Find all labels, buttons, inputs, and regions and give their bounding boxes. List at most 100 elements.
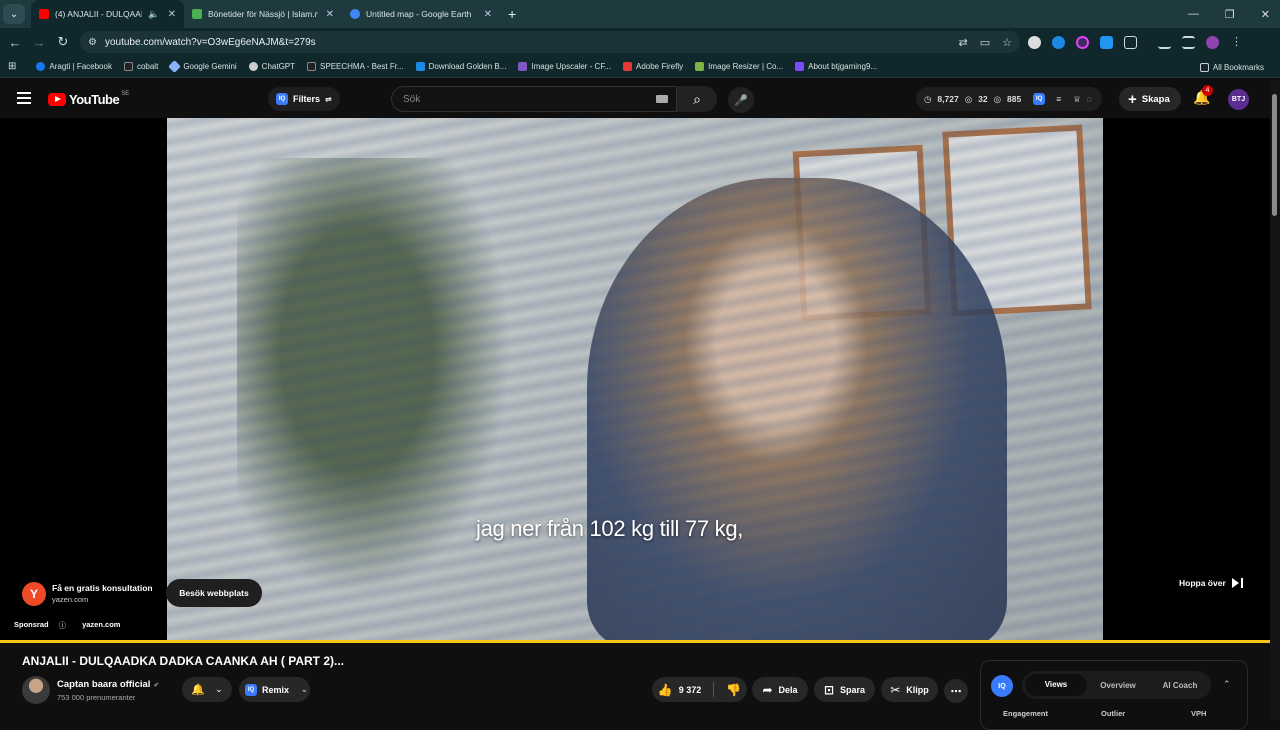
share-button[interactable]: ➦ Dela	[752, 677, 808, 702]
tab-ai-coach[interactable]: AI Coach	[1149, 681, 1211, 690]
like-icon[interactable]: 👍	[658, 683, 673, 697]
video-player[interactable]: jag ner från 102 kg till 77 kg, Y Få en …	[0, 118, 1270, 642]
profile-avatar-icon[interactable]	[1206, 35, 1219, 49]
tab-google-earth[interactable]: Untitled map - Google Earth ✕	[342, 0, 500, 28]
logo-wordmark: YouTube	[69, 92, 120, 107]
create-button[interactable]: + Skapa	[1119, 87, 1181, 111]
scrollbar-thumb[interactable]	[1272, 94, 1277, 216]
more-actions-button[interactable]: ⋯	[944, 679, 968, 703]
extension-icon[interactable]	[1028, 35, 1041, 49]
microphone-icon: 🎤	[734, 94, 748, 107]
address-bar[interactable]: ⚙ youtube.com/watch?v=O3wEg6eNAJM&t=279s…	[80, 31, 1020, 53]
youtube-logo[interactable]: YouTube SE	[48, 91, 129, 107]
extension-icon[interactable]	[1076, 35, 1089, 49]
dislike-icon[interactable]: 👎	[726, 683, 741, 697]
advertiser-logo[interactable]: Y	[22, 582, 46, 606]
bookmark-item[interactable]: Image Upscaler - CF...	[512, 62, 617, 71]
translate-icon[interactable]: ⇄	[959, 36, 968, 49]
tab-youtube[interactable]: (4) ANJALII - DULQAADKA I 🔈 ✕	[31, 0, 184, 28]
collapse-chevron-icon[interactable]: ⌃	[1223, 679, 1231, 690]
close-tab-icon[interactable]: ✕	[168, 9, 176, 20]
remix-button[interactable]: IQ Remix ⌄	[239, 677, 310, 702]
bookmark-label: About btjgaming9...	[808, 62, 878, 71]
forward-icon[interactable]: →	[27, 35, 51, 50]
extension-icon[interactable]	[1100, 35, 1113, 49]
vidiq-icon: IQ	[1033, 93, 1046, 105]
bookmark-item[interactable]: Aragti | Facebook	[30, 62, 118, 71]
browser-toolbar: ← → ↻ ⚙ youtube.com/watch?v=O3wEg6eNAJM&…	[0, 28, 1280, 56]
filters-button[interactable]: IQ Filters ⇌	[268, 87, 340, 111]
clip-label: Klipp	[906, 684, 929, 695]
menu-kebab-icon[interactable]: ⋮	[1230, 36, 1243, 49]
bookmark-item[interactable]: Image Resizer | Co...	[689, 62, 789, 71]
bookmark-item[interactable]: Adobe Firefly	[617, 62, 689, 71]
close-tab-icon[interactable]: ✕	[484, 9, 492, 20]
bookmark-item[interactable]: Download Golden B...	[410, 62, 513, 71]
youtube-header: YouTube SE IQ Filters ⇌ Sök ⌕ 🎤 ◷ 8,727 ◎…	[0, 80, 1280, 118]
extension-icon[interactable]	[1052, 35, 1065, 49]
close-window-icon[interactable]: ✕	[1261, 8, 1270, 21]
tab-islam[interactable]: Bönetider för Nässjö | Islam.nu ✕	[184, 0, 342, 28]
speaker-icon[interactable]: 🔈	[148, 9, 159, 20]
skip-bar-icon	[1240, 578, 1243, 588]
back-icon[interactable]: ←	[3, 35, 27, 50]
bookmark-item[interactable]: SPEECHMA - Best Fr...	[301, 62, 410, 71]
channel-avatar[interactable]	[22, 676, 50, 704]
keyboard-icon[interactable]	[656, 95, 668, 103]
caption-text: jag ner från 102 kg till 77 kg,	[476, 516, 744, 541]
tab-views[interactable]: Views	[1025, 674, 1087, 696]
search-button[interactable]: ⌕	[677, 86, 717, 112]
reload-icon[interactable]: ↻	[51, 34, 75, 50]
reading-list-icon[interactable]	[1182, 35, 1195, 49]
filters-label: Filters	[293, 94, 321, 104]
close-tab-icon[interactable]: ✕	[326, 9, 334, 20]
stat-views: 8,727	[937, 94, 959, 104]
search-input[interactable]: Sök	[391, 86, 677, 112]
extensions-bar: ⋮	[1028, 28, 1243, 56]
ad-title[interactable]: Få en gratis konsultation	[52, 583, 153, 593]
download-icon[interactable]	[1158, 36, 1171, 49]
maximize-icon[interactable]: ❐	[1225, 8, 1235, 21]
stat-a: 32	[978, 94, 988, 104]
voice-search-button[interactable]: 🎤	[728, 87, 754, 113]
url-text: youtube.com/watch?v=O3wEg6eNAJM&t=279s	[104, 36, 316, 48]
bookmark-item[interactable]: Google Gemini	[164, 60, 242, 73]
cast-icon[interactable]: ▭	[980, 36, 990, 49]
ad-progress-bar[interactable]	[0, 640, 1270, 643]
like-count[interactable]: 9 372	[679, 685, 702, 695]
ad-domain: yazen.com	[52, 595, 89, 604]
bookmark-label: Adobe Firefly	[636, 62, 684, 71]
vidiq-stats-bar[interactable]: ◷ 8,727 ◎ 32 ◎ 885 IQ ≡ ♕ ◌	[916, 87, 1102, 111]
tab-overview[interactable]: Overview	[1087, 681, 1149, 690]
info-icon[interactable]: ⓘ	[59, 620, 67, 631]
channel-name-text: Captan baara official	[57, 679, 151, 690]
channel-name[interactable]: Captan baara official ✔	[57, 679, 159, 690]
notifications-button[interactable]: 🔔 4	[1193, 85, 1213, 106]
bookmark-item[interactable]: About btjgaming9...	[789, 62, 883, 71]
apps-grid-icon[interactable]: ⊞	[8, 61, 16, 72]
video-frame[interactable]	[167, 118, 1103, 642]
extensions-puzzle-icon[interactable]	[1124, 35, 1137, 49]
plus-icon: +	[1128, 90, 1137, 108]
bookmark-item[interactable]: cobalt	[118, 62, 164, 71]
menu-hamburger-icon[interactable]	[17, 92, 31, 104]
visit-site-button[interactable]: Besök webbplats	[166, 579, 262, 607]
bookmark-label: Image Upscaler - CF...	[531, 62, 611, 71]
site-info-icon[interactable]: ⚙	[88, 37, 97, 48]
skip-ad-button[interactable]: Hoppa över	[1179, 578, 1243, 588]
all-bookmarks[interactable]: All Bookmarks	[1194, 56, 1270, 78]
page-scrollbar[interactable]	[1270, 80, 1280, 720]
save-button[interactable]: ⊡ Spara	[814, 677, 875, 702]
bookmark-star-icon[interactable]: ☆	[1002, 36, 1012, 49]
upscaler-icon	[518, 62, 528, 71]
new-tab-icon[interactable]: +	[508, 6, 516, 22]
chevron-down-icon[interactable]: ⌄	[301, 685, 308, 694]
subscription-bell-button[interactable]: 🔔 ⌄	[182, 677, 232, 702]
tab-search-button[interactable]: ⌄	[3, 4, 25, 24]
bookmark-item[interactable]: ChatGPT	[243, 62, 301, 71]
youtube-favicon-icon	[39, 9, 49, 19]
trophy-icon: ♕	[1073, 93, 1081, 104]
clip-button[interactable]: ✂ Klipp	[881, 677, 938, 702]
account-avatar[interactable]: BTJ	[1228, 89, 1249, 110]
minimize-icon[interactable]: —	[1188, 8, 1199, 20]
